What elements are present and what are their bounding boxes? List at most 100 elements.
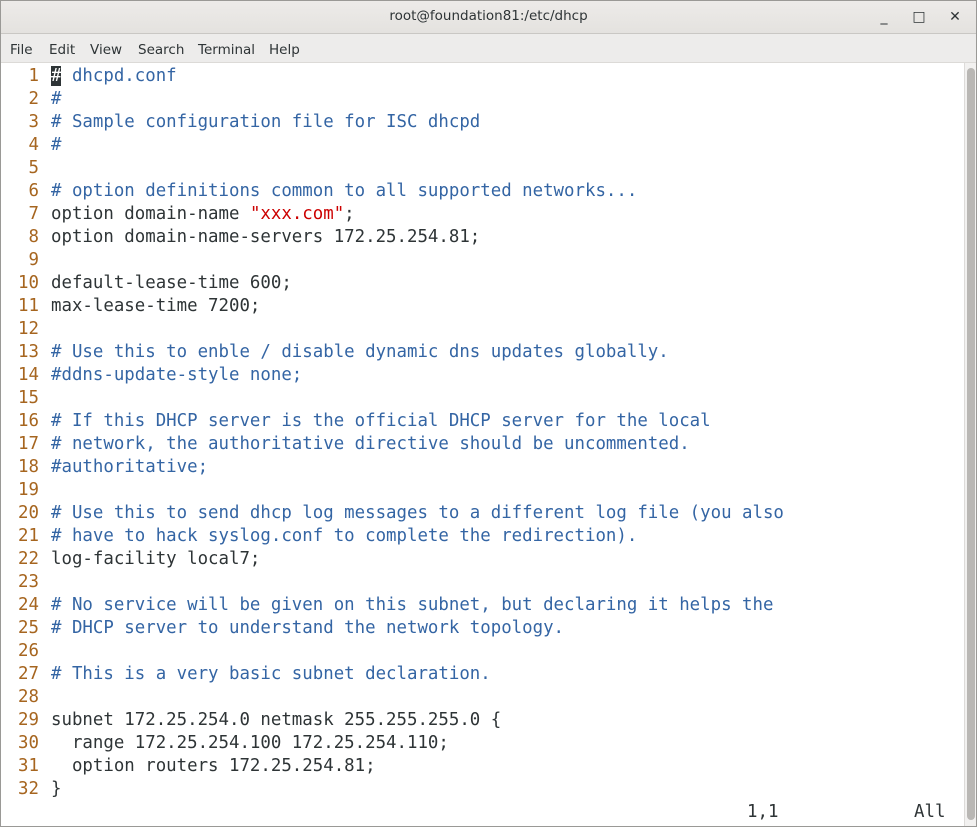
line-text: default-lease-time 600; (51, 273, 292, 293)
maximize-icon[interactable]: □ (909, 7, 929, 27)
line-text: range 172.25.254.100 172.25.254.110; (51, 733, 449, 753)
code-line: 17 # network, the authoritative directive… (1, 433, 690, 456)
code-line: 18 #authoritative; (1, 456, 208, 479)
code-line: 13 # Use this to enble / disable dynamic … (1, 341, 669, 364)
code-line: 15 (1, 387, 39, 410)
code-line: 16 # If this DHCP server is the official … (1, 410, 711, 433)
menu-help[interactable]: Help (269, 42, 300, 58)
terminal-text-area[interactable]: 1,1 All 1 # dhcpd.conf 2 #3 # Sample configu… (1, 63, 963, 826)
code-line: 4 # (1, 134, 62, 157)
line-number: 1 (28, 66, 39, 86)
code-line: 20 # Use this to send dhcp log messages t… (1, 502, 784, 525)
code-line: 9 (1, 249, 39, 272)
line-text: # (51, 135, 62, 155)
line-number: 4 (28, 135, 39, 155)
code-line: 23 (1, 571, 39, 594)
code-line: 8 option domain-name-servers 172.25.254.8… (1, 226, 481, 249)
string-literal: "xxx.com" (249, 204, 345, 224)
line-number: 6 (28, 181, 39, 201)
scrollbar[interactable] (964, 63, 976, 826)
code-line: 30 range 172.25.254.100 172.25.254.110; (1, 732, 449, 755)
line-text: # Use this to send dhcp log messages to … (51, 503, 784, 523)
line-text: option domain-name-servers 172.25.254.81… (51, 227, 481, 247)
line-number: 30 (18, 733, 39, 753)
line-text: # network, the authoritative directive s… (51, 434, 690, 454)
line-text: subnet 172.25.254.0 netmask 255.255.255.… (51, 710, 502, 730)
line-text: # Use this to enble / disable dynamic dn… (51, 342, 669, 362)
code-line: 6 # option definitions common to all supp… (1, 180, 638, 203)
line-number: 14 (18, 365, 39, 385)
line-number: 32 (18, 779, 39, 799)
code-line: 27 # This is a very basic subnet declarat… (1, 663, 491, 686)
code-line: 28 (1, 686, 39, 709)
line-number: 16 (18, 411, 39, 431)
line-text: # DHCP server to understand the network … (51, 618, 565, 638)
line-text: log-facility local7; (51, 549, 261, 569)
line-number: 20 (18, 503, 39, 523)
line-text: # Sample configuration file for ISC dhcp… (51, 112, 481, 132)
line-number: 17 (18, 434, 39, 454)
menu-file[interactable]: File (10, 42, 33, 58)
code-line: 2 # (1, 88, 62, 111)
line-text: # have to hack syslog.conf to complete t… (51, 526, 638, 546)
line-number: 5 (28, 158, 39, 178)
code-line: 5 (1, 157, 39, 180)
line-text: # (51, 89, 62, 109)
menu-search[interactable]: Search (138, 42, 184, 58)
line-number: 9 (28, 250, 39, 270)
minimize-icon[interactable]: _ (874, 7, 894, 27)
line-number: 11 (18, 296, 39, 316)
code-line: 1 # dhcpd.conf (1, 65, 177, 88)
window-title: root@foundation81:/etc/dhcp (389, 8, 588, 24)
line-text: option routers 172.25.254.81; (51, 756, 376, 776)
line-number: 24 (18, 595, 39, 615)
code-line: 3 # Sample configuration file for ISC dhc… (1, 111, 481, 134)
line-number: 25 (18, 618, 39, 638)
code-line: 7 option domain-name "xxx.com"; (1, 203, 355, 226)
terminal-window: root@foundation81:/etc/dhcp _ □ ✕ File E… (0, 0, 977, 827)
code-line: 19 (1, 479, 39, 502)
code-line: 24 # No service will be given on this sub… (1, 594, 773, 617)
code-line: 31 option routers 172.25.254.81; (1, 755, 376, 778)
line-text: #ddns-update-style none; (51, 365, 303, 385)
line-number: 12 (18, 319, 39, 339)
scrollbar-thumb[interactable] (967, 68, 975, 820)
code-line: 26 (1, 640, 39, 663)
line-number: 10 (18, 273, 39, 293)
close-icon[interactable]: ✕ (945, 7, 965, 27)
code-line: 10 default-lease-time 600; (1, 272, 292, 295)
line-text: # If this DHCP server is the official DH… (51, 411, 711, 431)
line-number: 31 (18, 756, 39, 776)
menu-terminal[interactable]: Terminal (198, 42, 255, 58)
line-text: # option definitions common to all suppo… (51, 181, 638, 201)
code-line: 21 # have to hack syslog.conf to complete… (1, 525, 637, 548)
line-number: 13 (18, 342, 39, 362)
code-line: 29 subnet 172.25.254.0 netmask 255.255.25… (1, 709, 501, 732)
line-text: #authoritative; (51, 457, 209, 477)
line-number: 15 (18, 388, 39, 408)
line-number: 18 (18, 457, 39, 477)
scroll-indicator: All (914, 802, 946, 822)
line-number: 2 (28, 89, 39, 109)
line-text: # dhcpd.conf (51, 66, 177, 86)
line-text: max-lease-time 7200; (51, 296, 261, 316)
text-cursor: # (51, 66, 62, 86)
title-bar[interactable]: root@foundation81:/etc/dhcp _ □ ✕ (1, 1, 976, 34)
line-number: 26 (18, 641, 39, 661)
line-number: 27 (18, 664, 39, 684)
line-number: 23 (18, 572, 39, 592)
line-number: 29 (18, 710, 39, 730)
code-line: 12 (1, 318, 39, 341)
line-text: # This is a very basic subnet declaratio… (51, 664, 491, 684)
menu-view[interactable]: View (90, 42, 122, 58)
code-line: 32} (1, 778, 61, 801)
code-line: 25 # DHCP server to understand the networ… (1, 617, 564, 640)
line-number: 7 (28, 204, 39, 224)
line-number: 19 (18, 480, 39, 500)
line-number: 22 (18, 549, 39, 569)
line-number: 28 (18, 687, 39, 707)
line-number: 21 (18, 526, 39, 546)
code-line: 11 max-lease-time 7200; (1, 295, 260, 318)
menu-edit[interactable]: Edit (49, 42, 75, 58)
line-number: 8 (28, 227, 39, 247)
